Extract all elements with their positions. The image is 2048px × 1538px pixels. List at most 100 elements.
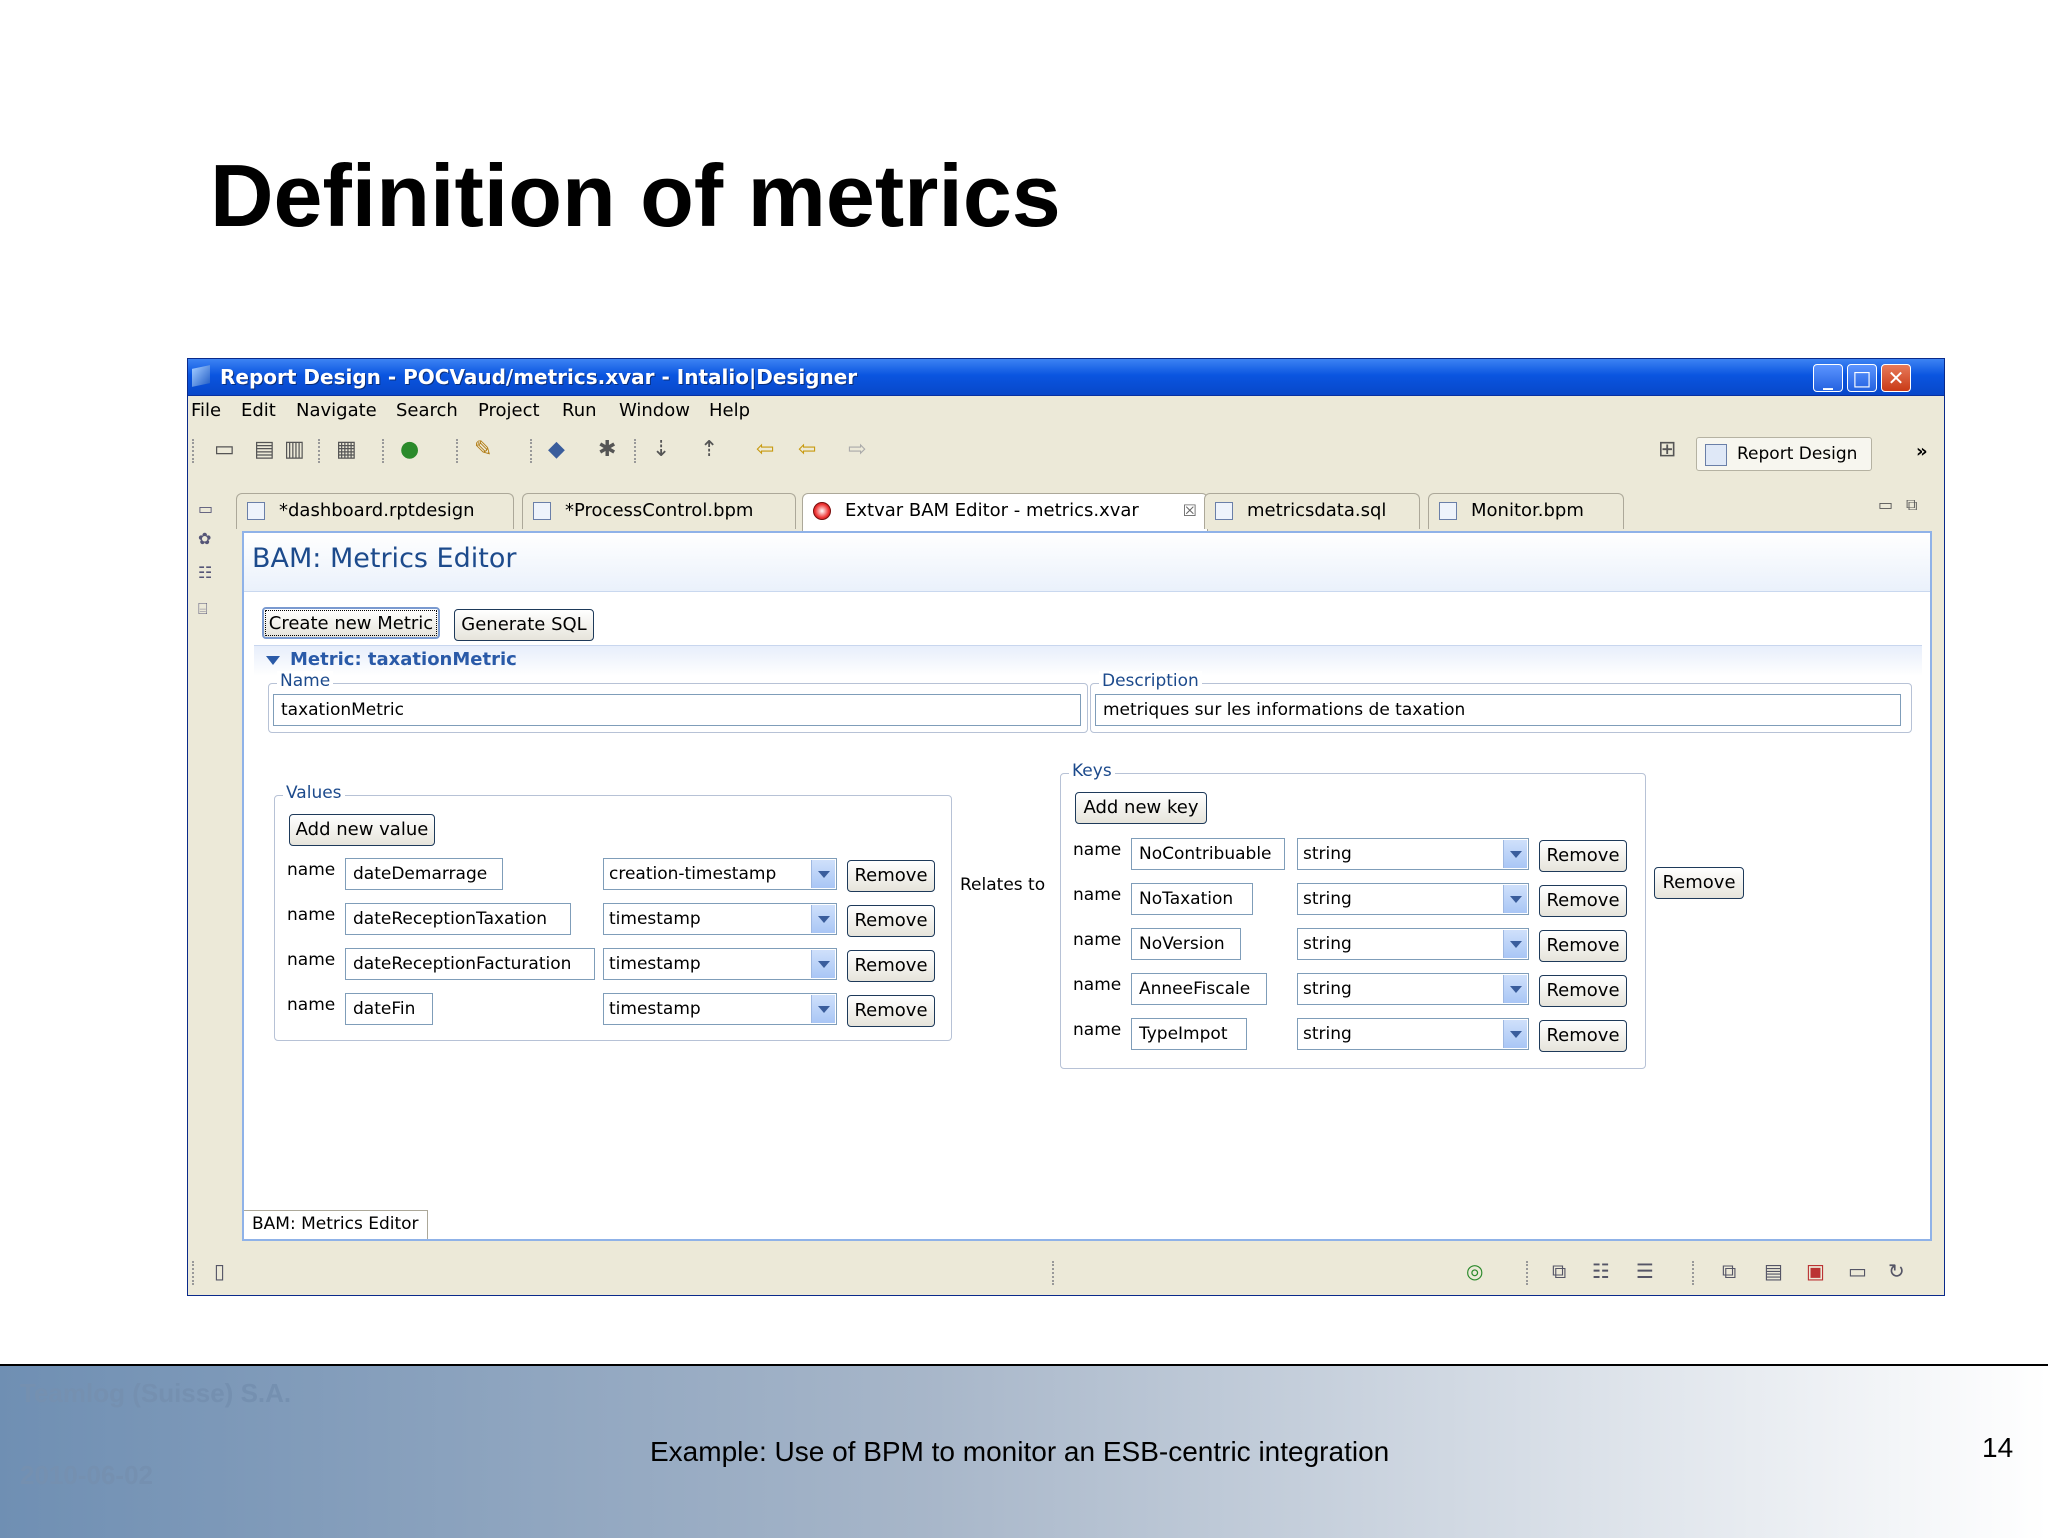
value-name-input[interactable]: dateDemarrage [345, 858, 503, 890]
refresh-icon[interactable]: ↻ [1888, 1259, 1905, 1283]
toolbar-grip[interactable] [456, 439, 460, 463]
name-input[interactable]: taxationMetric [273, 694, 1081, 726]
dropdown-arrow-icon[interactable] [1503, 840, 1527, 868]
layout-icon[interactable]: ▦ [336, 437, 357, 462]
tab-bam-editor[interactable]: Extvar BAM Editor - metrics.xvar ☒ [802, 493, 1208, 531]
add-new-key-button[interactable]: Add new key [1075, 792, 1207, 824]
remove-key-button[interactable]: Remove [1539, 930, 1627, 962]
menu-file[interactable]: File [191, 400, 221, 421]
remove-key-button[interactable]: Remove [1539, 840, 1627, 872]
tab-process-control[interactable]: *ProcessControl.bpm [522, 493, 796, 529]
remove-key-button[interactable]: Remove [1539, 975, 1627, 1007]
key-type-select[interactable]: string [1297, 928, 1529, 960]
value-type-select[interactable]: timestamp [603, 903, 837, 935]
new-icon[interactable]: ▭ [214, 437, 235, 462]
status-grip[interactable] [192, 1261, 196, 1285]
gear-icon[interactable]: ✱ [598, 437, 616, 462]
remove-value-button[interactable]: Remove [847, 905, 935, 937]
remove-value-button[interactable]: Remove [847, 995, 935, 1027]
problems-icon[interactable]: ▣ [1806, 1259, 1825, 1283]
dropdown-arrow-icon[interactable] [811, 905, 835, 933]
close-tab-icon[interactable]: ☒ [1183, 494, 1197, 528]
minimize-button[interactable]: _ [1813, 364, 1843, 392]
print-icon[interactable]: ▥ [284, 437, 305, 462]
key-name-input[interactable]: NoTaxation [1131, 883, 1253, 915]
restore-view-icon[interactable]: ⧉ [1552, 1259, 1566, 1283]
dropdown-arrow-icon[interactable] [811, 950, 835, 978]
collapse-icon[interactable] [266, 656, 280, 665]
description-input[interactable]: metriques sur les informations de taxati… [1095, 694, 1901, 726]
report-design-perspective[interactable]: Report Design [1696, 437, 1872, 471]
menu-project[interactable]: Project [478, 400, 540, 421]
fast-view-icon[interactable]: ▯ [214, 1259, 225, 1283]
hierarchy-icon[interactable]: ☷ [1592, 1259, 1610, 1283]
maximize-view-icon[interactable]: ⧉ [1906, 495, 1917, 515]
dropdown-arrow-icon[interactable] [1503, 1020, 1527, 1048]
menu-window[interactable]: Window [619, 400, 690, 421]
outline-view-icon[interactable]: ☰ [1636, 1259, 1654, 1283]
outline-icon[interactable]: ☷ [198, 563, 216, 582]
menu-run[interactable]: Run [562, 400, 597, 421]
key-name-input[interactable]: AnneeFiscale [1131, 973, 1267, 1005]
restore-panel-icon[interactable]: ⧉ [1722, 1259, 1736, 1283]
tab-metricsdata[interactable]: metricsdata.sql [1204, 493, 1420, 529]
remove-key-button[interactable]: Remove [1539, 885, 1627, 917]
value-name-input[interactable]: dateFin [345, 993, 433, 1025]
key-name-input[interactable]: NoVersion [1131, 928, 1241, 960]
menu-help[interactable]: Help [709, 400, 750, 421]
dropdown-arrow-icon[interactable] [1503, 885, 1527, 913]
value-type-select[interactable]: creation-timestamp [603, 858, 837, 890]
add-new-value-button[interactable]: Add new value [289, 814, 435, 846]
forward-icon[interactable]: ⇨ [848, 437, 866, 462]
close-button[interactable]: ✕ [1881, 364, 1911, 392]
previous-annotation-icon[interactable]: ⇡ [700, 437, 718, 462]
more-perspectives-icon[interactable]: » [1916, 441, 1928, 462]
toolbar-grip[interactable] [382, 439, 386, 463]
metric-section-header[interactable]: Metric: taxationMetric [254, 645, 1922, 676]
key-type-select[interactable]: string [1297, 883, 1529, 915]
restore-icon[interactable]: ▭ [198, 499, 216, 518]
maximize-button[interactable]: □ [1847, 364, 1877, 392]
editor-page-tab[interactable]: BAM: Metrics Editor [244, 1210, 428, 1239]
key-type-select[interactable]: string [1297, 838, 1529, 870]
remove-key-button[interactable]: Remove [1539, 1020, 1627, 1052]
toolbar-grip[interactable] [318, 439, 322, 463]
tab-monitor[interactable]: Monitor.bpm [1428, 493, 1624, 529]
dropdown-arrow-icon[interactable] [1503, 975, 1527, 1003]
last-edit-icon[interactable]: ⇦ [756, 437, 774, 462]
title-bar[interactable]: Report Design - POCVaud/metrics.xvar - I… [188, 359, 1944, 396]
library-icon[interactable]: ⌸ [198, 599, 216, 618]
generate-sql-button[interactable]: Generate SQL [454, 609, 594, 641]
remove-value-button[interactable]: Remove [847, 860, 935, 892]
value-type-select[interactable]: timestamp [603, 993, 837, 1025]
menu-navigate[interactable]: Navigate [296, 400, 377, 421]
run-icon[interactable]: ● [400, 437, 419, 462]
deploy-icon[interactable]: ◆ [548, 437, 565, 462]
properties-icon[interactable]: ▤ [1764, 1259, 1783, 1283]
dropdown-arrow-icon[interactable] [1503, 930, 1527, 958]
dropdown-arrow-icon[interactable] [811, 995, 835, 1023]
tool-icon[interactable]: ✎ [474, 437, 492, 462]
server-status-icon[interactable]: ◎ [1466, 1259, 1483, 1283]
dropdown-arrow-icon[interactable] [811, 860, 835, 888]
save-icon[interactable]: ▤ [254, 437, 275, 462]
toolbar-grip[interactable] [530, 439, 534, 463]
menu-search[interactable]: Search [396, 400, 458, 421]
value-name-input[interactable]: dateReceptionTaxation [345, 903, 571, 935]
open-perspective-icon[interactable]: ⊞ [1658, 437, 1676, 462]
tab-dashboard[interactable]: *dashboard.rptdesign [236, 493, 514, 529]
menu-edit[interactable]: Edit [241, 400, 276, 421]
create-new-metric-button[interactable]: Create new Metric [262, 607, 440, 639]
toolbar-grip[interactable] [634, 439, 638, 463]
key-name-input[interactable]: TypeImpot [1131, 1018, 1247, 1050]
remove-value-button[interactable]: Remove [847, 950, 935, 982]
key-type-select[interactable]: string [1297, 973, 1529, 1005]
value-name-input[interactable]: dateReceptionFacturation [345, 948, 595, 980]
palette-icon[interactable]: ✿ [198, 529, 216, 548]
back-icon[interactable]: ⇦ [798, 437, 816, 462]
key-type-select[interactable]: string [1297, 1018, 1529, 1050]
remove-relation-button[interactable]: Remove [1654, 867, 1744, 899]
value-type-select[interactable]: timestamp [603, 948, 837, 980]
console-icon[interactable]: ▭ [1848, 1259, 1867, 1283]
key-name-input[interactable]: NoContribuable [1131, 838, 1285, 870]
